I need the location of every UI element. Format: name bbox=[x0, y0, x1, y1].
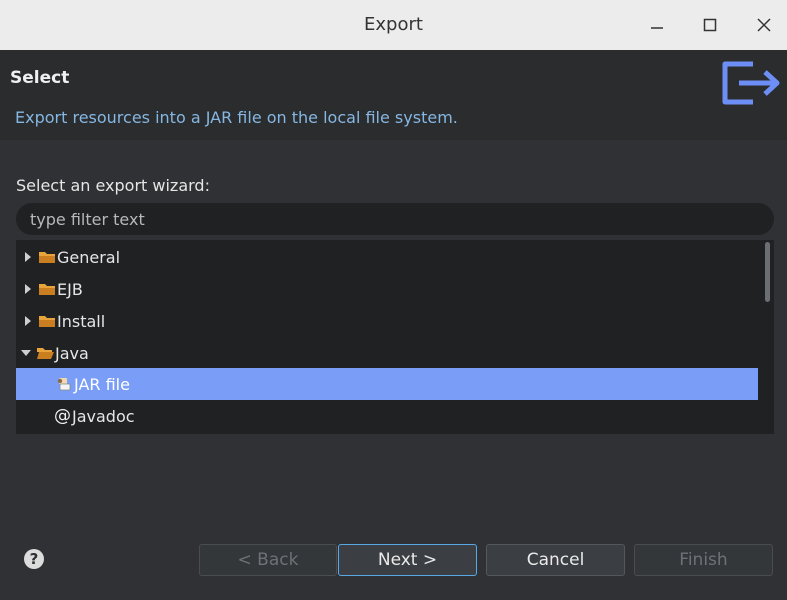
cancel-button[interactable]: Cancel bbox=[486, 544, 625, 576]
scrollbar-thumb[interactable] bbox=[765, 242, 770, 302]
minimize-icon bbox=[651, 27, 663, 29]
tree-scrollbar[interactable] bbox=[758, 240, 774, 434]
close-button[interactable] bbox=[751, 12, 777, 38]
folder-icon bbox=[39, 284, 55, 295]
tree-item-label: Install bbox=[57, 311, 106, 331]
export-icon bbox=[722, 61, 780, 105]
filter-input[interactable] bbox=[16, 203, 774, 235]
tree-item-java[interactable]: Java bbox=[16, 337, 774, 369]
help-button[interactable]: ? bbox=[24, 549, 44, 569]
folder-icon bbox=[39, 316, 55, 327]
javadoc-icon: @ bbox=[54, 406, 71, 426]
jar-file-icon bbox=[57, 378, 71, 391]
collapse-arrow-icon[interactable] bbox=[20, 347, 32, 359]
tree-item-ejb[interactable]: EJB bbox=[16, 273, 774, 305]
expand-arrow-icon[interactable] bbox=[22, 283, 34, 295]
title-bar: Export bbox=[0, 0, 787, 50]
folder-icon bbox=[39, 252, 55, 263]
tree-item-jar-file[interactable]: JAR file bbox=[16, 368, 774, 400]
page-title: Select bbox=[10, 68, 70, 88]
page-description: Export resources into a JAR file on the … bbox=[15, 108, 458, 127]
expand-arrow-icon[interactable] bbox=[22, 251, 34, 263]
maximize-button[interactable] bbox=[697, 12, 723, 38]
wizard-label: Select an export wizard: bbox=[16, 176, 210, 195]
tree-item-label: EJB bbox=[57, 279, 83, 299]
tree-item-label: Javadoc bbox=[72, 406, 135, 426]
wizard-tree[interactable]: General EJB Install Java JAR file @ Java… bbox=[16, 240, 774, 434]
tree-item-general[interactable]: General bbox=[16, 241, 774, 273]
next-button[interactable]: Next > bbox=[338, 544, 477, 576]
folder-open-icon bbox=[37, 348, 54, 359]
tree-item-label: JAR file bbox=[74, 374, 130, 394]
tree-item-install[interactable]: Install bbox=[16, 305, 774, 337]
wizard-header: Select Export resources into a JAR file … bbox=[0, 50, 787, 140]
minimize-button[interactable] bbox=[644, 12, 670, 38]
expand-arrow-icon[interactable] bbox=[22, 315, 34, 327]
finish-button[interactable]: Finish bbox=[634, 544, 773, 576]
back-button[interactable]: < Back bbox=[199, 544, 337, 576]
tree-item-label: Java bbox=[55, 343, 89, 363]
tree-item-label: General bbox=[57, 247, 121, 267]
tree-item-javadoc[interactable]: @ Javadoc bbox=[16, 400, 774, 432]
maximize-icon bbox=[703, 18, 717, 32]
close-icon bbox=[757, 18, 771, 32]
